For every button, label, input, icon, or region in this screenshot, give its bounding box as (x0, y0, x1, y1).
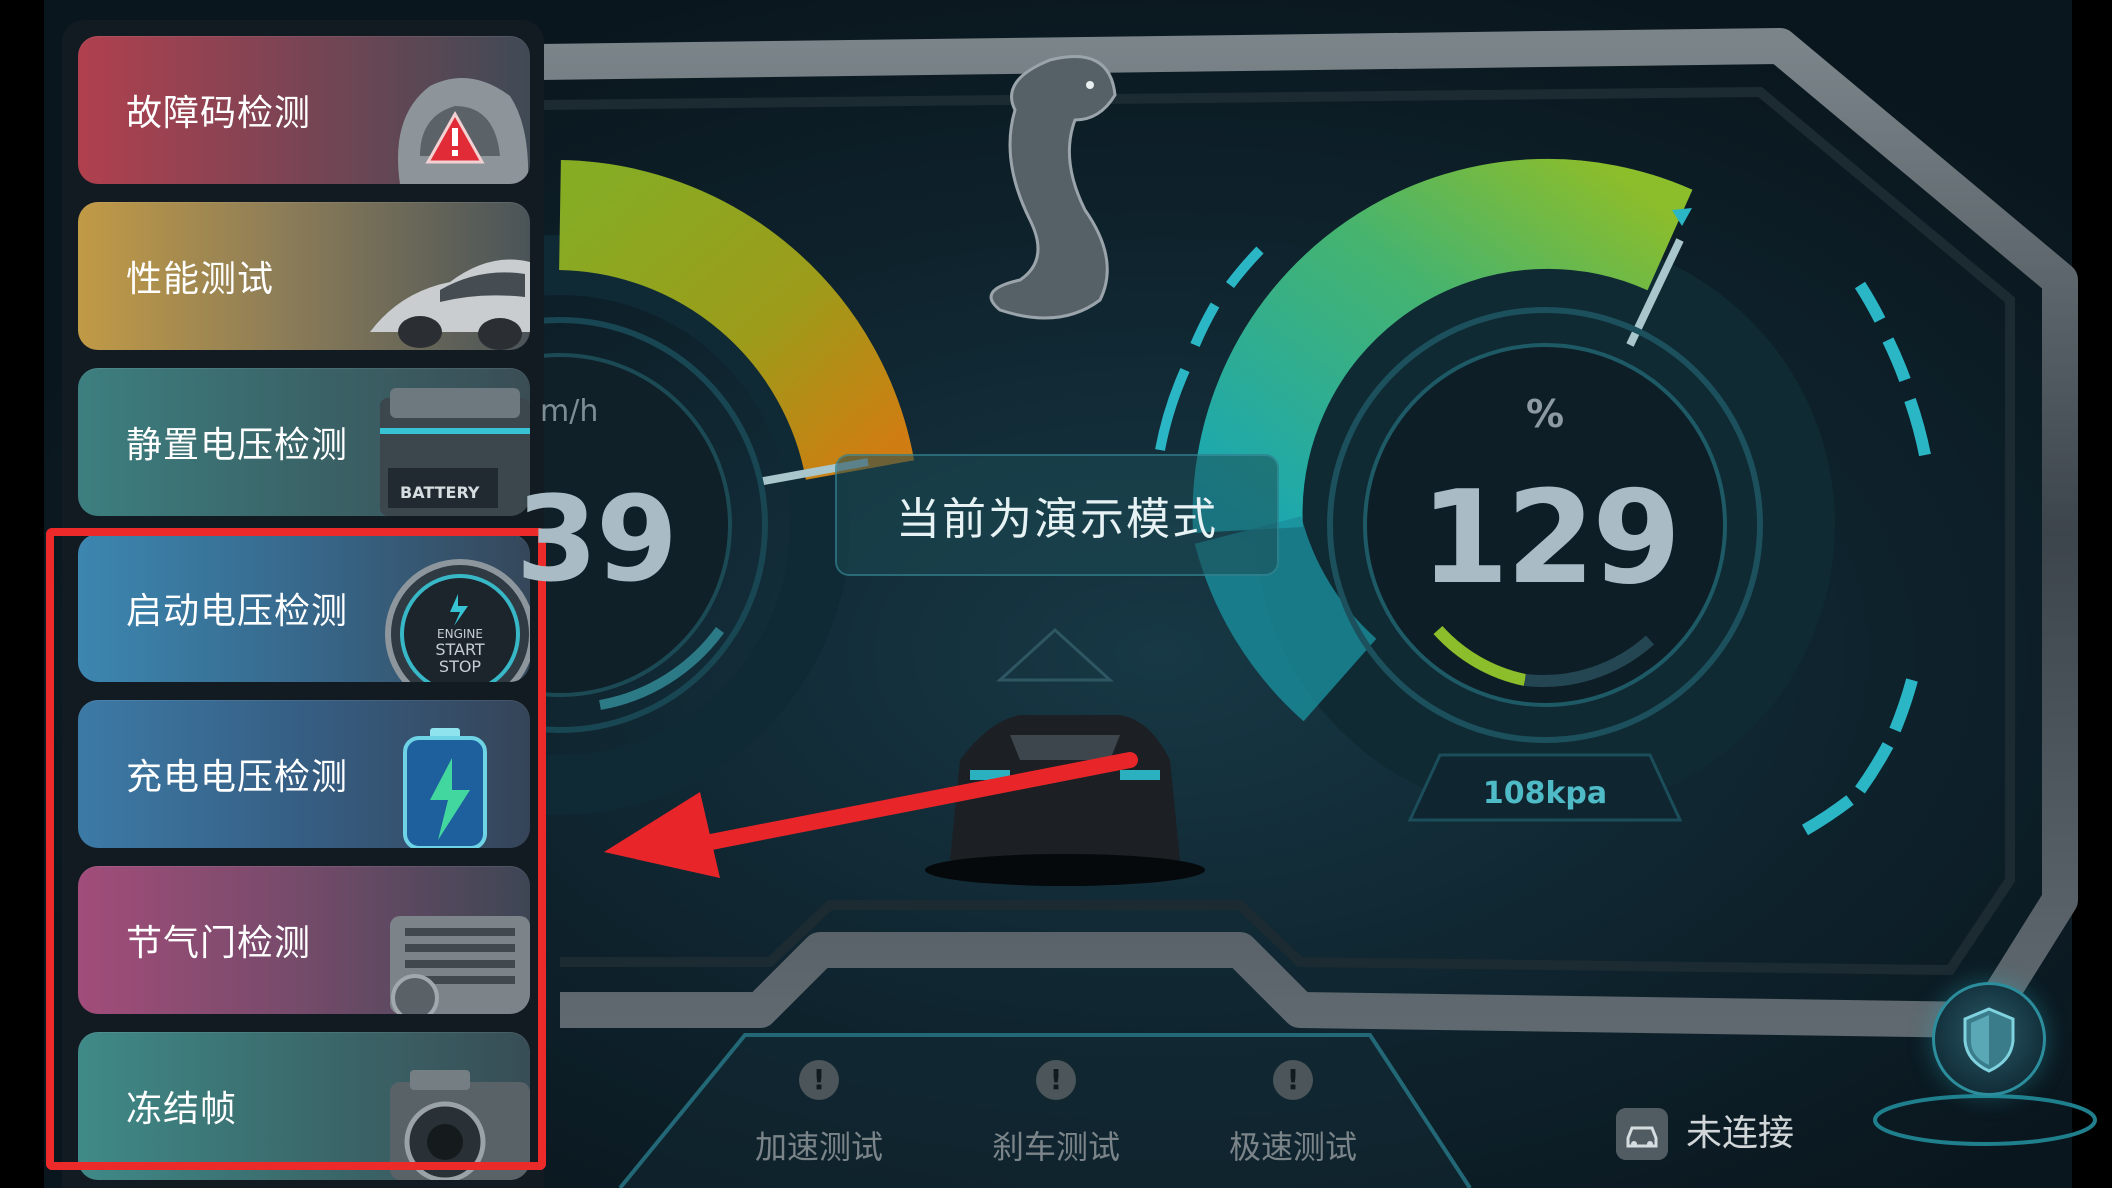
menu-item-label: 启动电压检测 (126, 591, 349, 632)
left-gauge-value: 39 (515, 470, 678, 608)
exclamation-icon: ! (1036, 1060, 1076, 1100)
test-button-label: 刹车测试 (991, 1128, 1120, 1166)
right-gauge-pressure: 108kpa (1482, 776, 1608, 811)
stop-label: STOP (439, 657, 482, 676)
camera-icon (390, 1070, 530, 1180)
demo-mode-banner: 当前为演示模式 (835, 454, 1279, 576)
menu-item-freeze-frame[interactable]: 冻结帧 (78, 1032, 530, 1180)
left-gauge-unit: m/h (540, 394, 599, 429)
connection-status-label: 未连接 (1686, 1113, 1795, 1154)
sports-car-icon (370, 259, 530, 350)
menu-item-performance[interactable]: 性能测试 (78, 202, 530, 350)
security-shield-button[interactable] (1932, 982, 2046, 1096)
menu-item-label: 故障码检测 (126, 93, 312, 134)
top-speed-test-button[interactable]: ! 极速测试 (1208, 1060, 1378, 1170)
exclamation-icon: ! (1273, 1060, 1313, 1100)
menu-item-throttle[interactable]: 节气门检测 (78, 866, 530, 1014)
menu-item-label: 充电电压检测 (126, 757, 349, 798)
menu-item-charging-voltage[interactable]: 充电电压检测 (78, 700, 530, 848)
brake-test-button[interactable]: ! 刹车测试 (971, 1060, 1141, 1170)
connection-status-button[interactable]: 未连接 (1616, 1104, 1826, 1164)
right-gauge-unit: % (1525, 392, 1565, 436)
throttle-body-icon (390, 916, 530, 1014)
engine-label: ENGINE (437, 627, 483, 641)
exclamation-icon: ! (799, 1060, 839, 1100)
menu-item-fault-code[interactable]: 故障码检测 (78, 36, 530, 184)
test-button-label: 极速测试 (1228, 1128, 1357, 1166)
car-warning-icon (398, 78, 529, 184)
shield-icon (1963, 1007, 2015, 1073)
acceleration-test-button[interactable]: ! 加速测试 (734, 1060, 904, 1170)
car-connection-icon (1616, 1108, 1668, 1160)
menu-item-label: 节气门检测 (126, 923, 312, 964)
test-button-label: 加速测试 (754, 1128, 883, 1166)
menu-item-label: 冻结帧 (126, 1089, 238, 1130)
menu-item-label: 静置电压检测 (126, 425, 349, 466)
dashboard-screen: 故障码检测 性能测试 静置电压检测 BATTERY 启动电压检测 ENGINE … (0, 0, 2112, 1188)
right-gauge-value: 129 (1420, 464, 1681, 613)
charging-battery-icon (403, 728, 487, 848)
menu-item-label: 性能测试 (126, 259, 275, 300)
